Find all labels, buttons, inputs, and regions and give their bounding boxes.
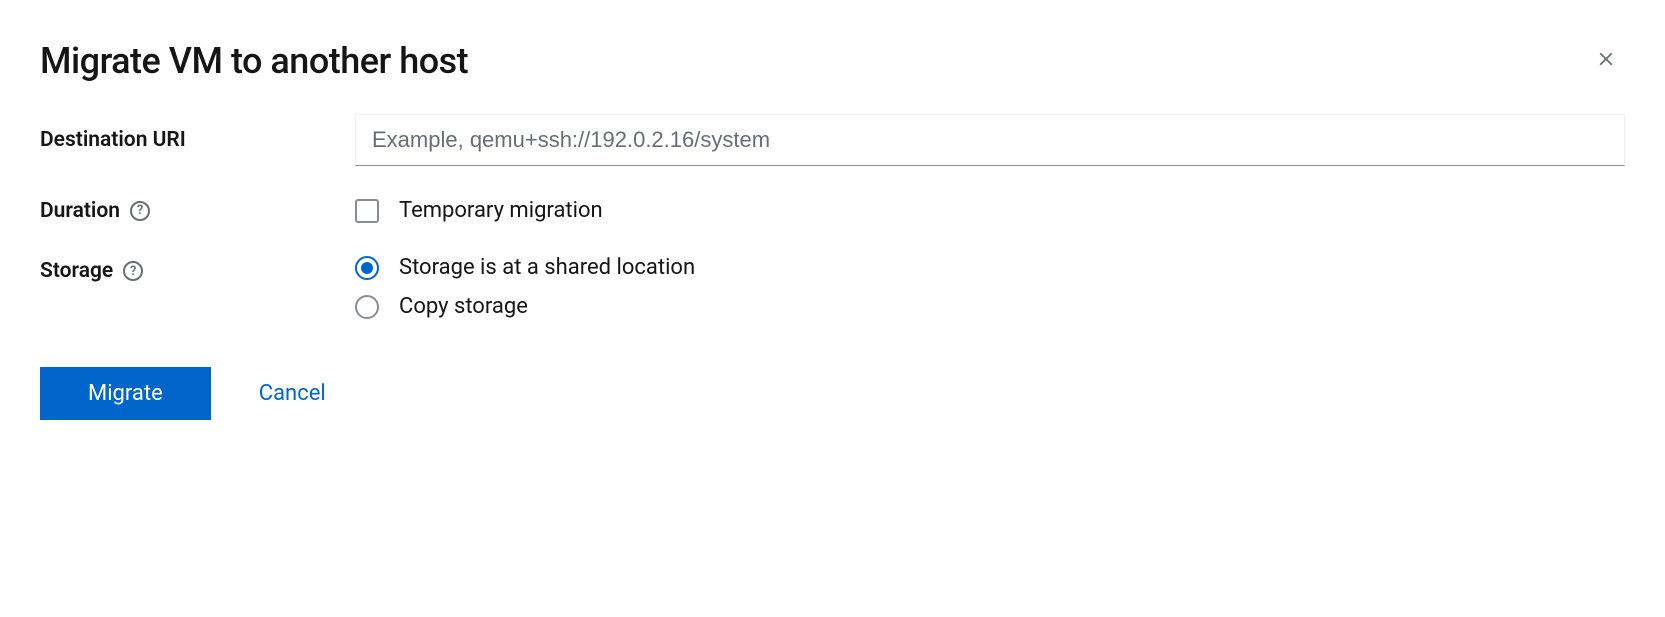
close-icon (1595, 48, 1617, 70)
modal-header: Migrate VM to another host (40, 40, 1625, 82)
modal-footer: Migrate Cancel (40, 367, 1625, 420)
destination-control (355, 114, 1625, 166)
close-button[interactable] (1587, 40, 1625, 78)
storage-shared-radio-wrapper[interactable]: Storage is at a shared location (355, 255, 1625, 280)
storage-copy-radio-wrapper[interactable]: Copy storage (355, 294, 1625, 319)
storage-control: Storage is at a shared location Copy sto… (355, 255, 1625, 319)
help-icon[interactable]: ? (123, 261, 143, 281)
help-icon[interactable]: ? (130, 201, 150, 221)
storage-radio-group: Storage is at a shared location Copy sto… (355, 255, 1625, 319)
cancel-button[interactable]: Cancel (259, 381, 326, 406)
storage-shared-radio[interactable] (355, 256, 379, 280)
duration-control: Temporary migration (355, 198, 1625, 223)
storage-label-text: Storage (40, 259, 113, 283)
migrate-vm-modal: Migrate VM to another host Destination U… (40, 40, 1625, 420)
duration-label-text: Duration (40, 199, 120, 223)
duration-label: Duration ? (40, 199, 355, 223)
temporary-migration-checkbox[interactable] (355, 199, 379, 223)
temporary-migration-checkbox-wrapper[interactable]: Temporary migration (355, 198, 1625, 223)
destination-label: Destination URI (40, 128, 355, 152)
storage-copy-radio[interactable] (355, 295, 379, 319)
duration-row: Duration ? Temporary migration (40, 198, 1625, 223)
modal-title: Migrate VM to another host (40, 40, 468, 82)
storage-copy-label: Copy storage (399, 294, 528, 319)
destination-row: Destination URI (40, 114, 1625, 166)
storage-row: Storage ? Storage is at a shared locatio… (40, 255, 1625, 319)
migrate-button[interactable]: Migrate (40, 367, 211, 420)
destination-uri-input[interactable] (355, 114, 1625, 166)
storage-label: Storage ? (40, 255, 355, 283)
temporary-migration-label: Temporary migration (399, 198, 603, 223)
storage-shared-label: Storage is at a shared location (399, 255, 695, 280)
